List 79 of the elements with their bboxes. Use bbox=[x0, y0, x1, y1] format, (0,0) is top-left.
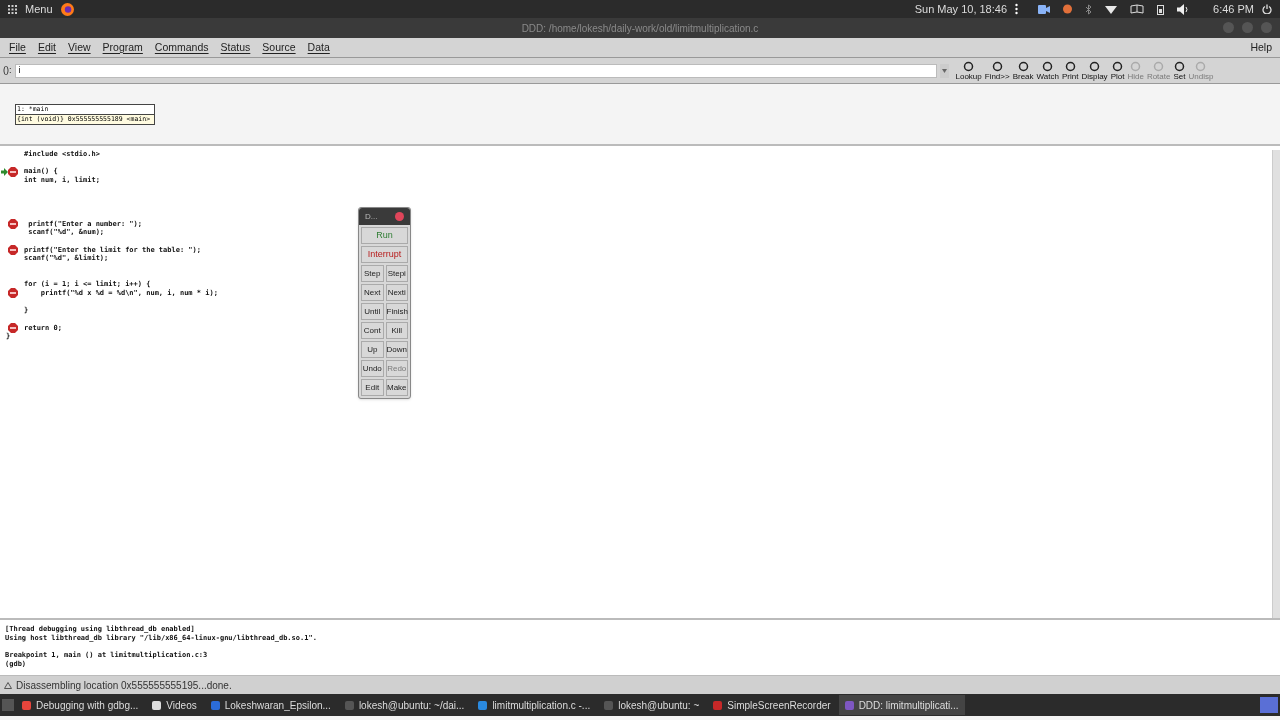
toolbar-button[interactable]: Lookup bbox=[954, 60, 983, 81]
browser-icon[interactable] bbox=[60, 2, 74, 16]
taskbar-item[interactable]: Lokeshwaran_Epsilon... bbox=[204, 695, 337, 715]
grid-icon[interactable] bbox=[8, 4, 17, 14]
toolbar-button[interactable]: Display bbox=[1080, 60, 1109, 81]
command-button[interactable]: Run bbox=[361, 227, 408, 244]
more-icon[interactable] bbox=[1015, 3, 1019, 15]
menu-item[interactable]: View bbox=[63, 39, 96, 56]
toolbar-button[interactable]: Break bbox=[1011, 60, 1035, 81]
power-icon[interactable] bbox=[1262, 4, 1272, 14]
camera-icon[interactable] bbox=[1038, 4, 1051, 14]
close-button[interactable] bbox=[395, 212, 404, 221]
taskbar-item[interactable]: limitmultiplication.c -... bbox=[472, 695, 597, 715]
ring-icon bbox=[1130, 60, 1142, 72]
ring-icon bbox=[1042, 60, 1054, 72]
command-button[interactable]: Cont bbox=[361, 322, 384, 339]
ring-icon bbox=[1112, 60, 1123, 72]
dropdown-icon[interactable] bbox=[939, 63, 949, 78]
argument-field[interactable]: i bbox=[14, 63, 937, 78]
taskbar-item[interactable]: Videos bbox=[146, 695, 203, 715]
argument-label: (): bbox=[3, 63, 12, 77]
command-button[interactable]: Next bbox=[361, 284, 384, 301]
command-button[interactable]: Until bbox=[361, 303, 384, 320]
ring-icon bbox=[1195, 60, 1207, 72]
toolbar-button[interactable]: Find>> bbox=[983, 60, 1011, 81]
scrollbar[interactable] bbox=[1272, 150, 1280, 618]
ring-icon bbox=[1173, 60, 1185, 72]
command-button[interactable]: Stepi bbox=[385, 265, 408, 282]
menu-item[interactable]: Help bbox=[1246, 39, 1276, 56]
alert-icon[interactable] bbox=[1063, 4, 1073, 14]
command-button[interactable]: Undo bbox=[361, 360, 384, 377]
ring-icon bbox=[991, 60, 1003, 72]
command-button[interactable]: Down bbox=[385, 341, 408, 358]
bluetooth-icon[interactable] bbox=[1085, 3, 1093, 15]
ring-icon bbox=[1064, 60, 1076, 72]
command-button[interactable]: Make bbox=[385, 379, 408, 396]
menu-item[interactable]: Status bbox=[215, 39, 256, 56]
toolbar-button[interactable]: Plot bbox=[1109, 60, 1126, 81]
volume-icon[interactable] bbox=[1177, 3, 1190, 15]
command-button[interactable]: Kill bbox=[385, 322, 408, 339]
wifi-icon[interactable] bbox=[1105, 4, 1118, 14]
toolbar-button[interactable]: Set bbox=[1172, 60, 1187, 81]
warning-icon bbox=[4, 681, 12, 689]
taskbar-item[interactable]: lokesh@ubuntu: ~ bbox=[598, 695, 706, 715]
command-button[interactable]: Finish bbox=[385, 303, 408, 320]
stop-sign-icon[interactable] bbox=[8, 244, 18, 255]
taskbar-item[interactable]: Debugging with gdbg... bbox=[16, 695, 145, 715]
toolbar-button[interactable]: Print bbox=[1060, 60, 1080, 81]
status-text: Disassembling location 0x555555555195...done. bbox=[16, 678, 232, 693]
taskbar-item[interactable]: SimpleScreenRecorder bbox=[707, 695, 837, 715]
date-text[interactable]: Sun May 10, 18:46 bbox=[914, 0, 1008, 18]
stop-sign-icon[interactable] bbox=[8, 288, 18, 299]
menu-item[interactable]: Data bbox=[302, 39, 335, 56]
ring-icon bbox=[1089, 60, 1100, 72]
stop-sign-icon[interactable] bbox=[8, 218, 18, 229]
menu-item[interactable]: File bbox=[4, 39, 31, 56]
battery-icon[interactable] bbox=[1157, 3, 1165, 15]
stop-sign-icon[interactable] bbox=[8, 166, 18, 177]
clock-text[interactable]: 6:46 PM bbox=[1213, 0, 1254, 18]
menu-item[interactable]: Edit bbox=[32, 39, 61, 56]
menu-label[interactable]: Menu bbox=[25, 0, 53, 18]
toolbar-button[interactable]: Watch bbox=[1035, 60, 1060, 81]
ring-icon bbox=[1017, 60, 1029, 72]
command-button[interactable]: Up bbox=[361, 341, 384, 358]
taskbar-item[interactable]: lokesh@ubuntu: ~/dai... bbox=[338, 695, 471, 715]
stop-sign-icon[interactable] bbox=[8, 323, 18, 334]
ring-icon bbox=[963, 60, 975, 72]
menu-item[interactable]: Source bbox=[257, 39, 301, 56]
taskbar-item[interactable]: DDD: limitmultiplicati... bbox=[838, 695, 965, 715]
menu-item[interactable]: Program bbox=[97, 39, 148, 56]
book-icon[interactable] bbox=[1130, 4, 1145, 14]
window-title: DDD: /home/lokesh/daily-work/old/limitmultiplication.c bbox=[521, 21, 759, 36]
command-button[interactable]: Nexti bbox=[385, 284, 408, 301]
ring-icon bbox=[1153, 60, 1165, 72]
command-button[interactable]: Interrupt bbox=[361, 246, 408, 263]
command-button[interactable]: Step bbox=[361, 265, 384, 282]
command-button[interactable]: Edit bbox=[361, 379, 384, 396]
tool-title: D... bbox=[365, 210, 378, 223]
menu-item[interactable]: Commands bbox=[149, 39, 214, 56]
